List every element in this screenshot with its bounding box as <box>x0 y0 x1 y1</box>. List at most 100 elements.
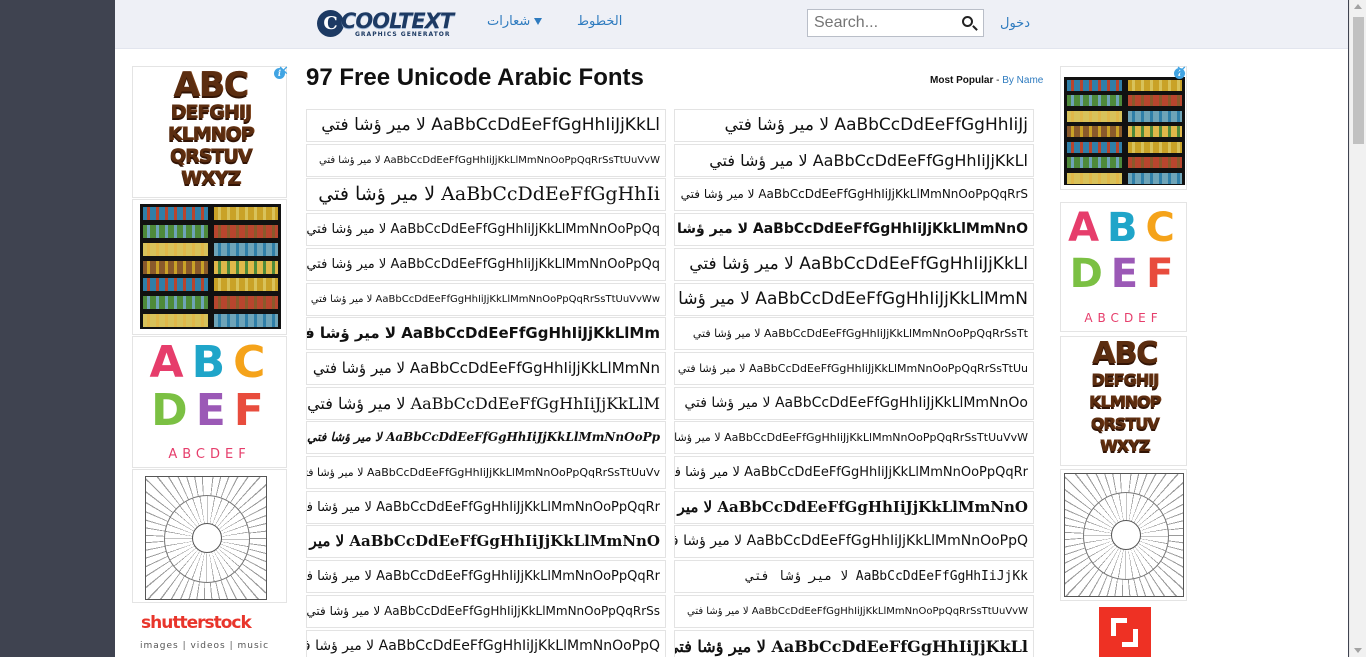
font-sample-text: لا مير ؤشا فتي AaBbCcDdEeFfGgHhIiJjKkLl <box>674 637 1028 656</box>
font-sample-cell[interactable]: لا مير ؤشا فتي AaBbCcDdEeFfGgHhIiJjKkLlM… <box>306 456 666 489</box>
font-sample-text: لا مير ؤشا فتي AaBbCcDdEeFfGgHhIi <box>318 183 660 205</box>
font-sample-text: لا مير ؤشا فتي AaBbCcDdEeFfGgHhIiJjKkLlM… <box>307 466 660 479</box>
font-sample-cell[interactable]: لا مير ؤشا فتي AaBbCcDdEeFfGgHhIiJjKkLlM… <box>674 213 1034 246</box>
font-sample-cell[interactable]: لا مير ؤشا فتي AaBbCcDdEeFfGgHhIiJjKkLlM… <box>306 421 666 454</box>
font-sample-cell[interactable]: لا مير ؤشا فتي AaBbCcDdEeFfGgHhIiJjKkLlM… <box>674 525 1034 558</box>
font-sample-cell[interactable]: لا مير ؤشا فتي AaBbCcDdEeFfGgHhIiJjKkLl <box>306 109 666 142</box>
shutterstock-icon[interactable] <box>1099 607 1151 657</box>
font-sample-text: لا مير ؤشا فتي AaBbCcDdEeFfGgHhIiJjKkLlM… <box>675 221 1028 237</box>
font-sample-cell[interactable]: لا مير ؤشا فتي AaBbCcDdEeFfGgHhIiJjKkLlM… <box>674 283 1034 316</box>
font-sample-cell[interactable]: لا مير ؤشا فتي AaBbCcDdEeFfGgHhIiJjKkLlM… <box>674 456 1034 489</box>
font-sample-text: لا مير ؤشا فتي AaBbCcDdEeFfGgHhIiJjKkLl <box>321 115 660 135</box>
font-sample-text: لا مير ؤشا فتي AaBbCcDdEeFfGgHhIiJj <box>724 115 1028 135</box>
font-sample-text: لا مير ؤشا فتي AaBbCcDdEeFfGgHhIiJjKkLl <box>689 254 1028 274</box>
ad-chocolate-text: ABC DEFGHIJ KLMNOP QRSTUV WXYZ <box>1088 336 1161 456</box>
font-sample-cell[interactable]: لا مير ؤشا فتي AaBbCcDdEeFfGgHhIiJjKkLlM… <box>674 178 1034 211</box>
nav-logos-menu[interactable]: شعارات <box>487 14 543 29</box>
font-sample-text: لا مير ؤشا فتي AaBbCcDdEeFfGgHhIiJjKkLlM… <box>307 532 660 550</box>
font-sample-cell[interactable]: لا مير ؤشا فتي AaBbCcDdEeFfGgHhIiJjKkLlM… <box>306 317 666 350</box>
font-sample-text: لا مير ؤشا فتي AaBbCcDdEeFfGgHhIiJjKkLlM… <box>680 187 1028 201</box>
sort-most-popular: Most Popular <box>930 75 994 86</box>
font-sample-text: لا مير ؤشا فتي AaBbCcDdEeFfGgHhIiJjKkLlM… <box>307 324 660 342</box>
font-sample-text: لا مير ؤشا فتي AaBbCcDdEeFfGgHhIiJjKkLlM… <box>674 465 1028 480</box>
mandala-image <box>145 476 267 600</box>
font-sample-cell[interactable]: لا مير ؤشا فتي AaBbCcDdEeFfGgHhIiJjKkLlM <box>306 387 666 420</box>
font-sample-text: لا مير ؤشا فتي AaBbCcDdEeFfGgHhIiJjKkLlM… <box>677 362 1028 375</box>
font-sample-cell[interactable]: لا مير ؤشا فتي AaBbCcDdEeFfGgHhIiJjKkLlM… <box>306 560 666 593</box>
ad-pattern-borders-right[interactable]: i <box>1060 66 1187 190</box>
font-sample-cell[interactable]: لا مير ؤشا فتي AaBbCcDdEeFfGgHhIiJjKkLl <box>674 248 1034 281</box>
scroll-down-arrow-icon[interactable] <box>1354 648 1362 653</box>
sort-separator: - <box>993 75 1003 86</box>
shutterstock-logo-ad[interactable]: shutterstock images | videos | music <box>132 604 287 657</box>
site-logo[interactable]: C COOLTEXT GRAPHICS GENERATOR <box>317 9 457 39</box>
sort-by-name-link[interactable]: By Name <box>1002 75 1043 86</box>
font-sample-cell[interactable]: لا مير ؤشا فتي AaBbCcDdEeFfGgHhIiJjKkLlM… <box>306 525 666 558</box>
scroll-up-arrow-icon[interactable] <box>1354 4 1362 9</box>
font-sample-cell[interactable]: لا مير ؤشا فتي AaBbCcDdEeFfGgHhIiJjKkLlM… <box>674 595 1034 628</box>
font-sample-text: لا مير ؤشا فتي AaBbCcDdEeFfGgHhIiJjKkLlM… <box>310 294 660 305</box>
ad-splash-letters-right[interactable]: ABCDEF ABCDEF <box>1060 202 1187 332</box>
font-sample-text: لا مير ؤشا فتي AaBbCcDdEeFfGgHhIiJjKkLlM… <box>306 257 660 272</box>
close-ad-icon[interactable]: ✕ <box>1176 65 1187 78</box>
vertical-scrollbar[interactable] <box>1349 0 1366 657</box>
ad-splash-subtext: ABCDEF <box>168 447 251 462</box>
font-sample-cell[interactable]: لا مير ؤشا فتي AaBbCcDdEeFfGgHhIiJjKkLlM… <box>306 248 666 281</box>
ad-chocolate-letters-left[interactable]: ABC DEFGHIJ KLMNOP QRSTUV WXYZ i <box>132 66 287 198</box>
search-input[interactable] <box>808 10 962 36</box>
font-sample-cell[interactable]: لا مير ؤشا فتي AaBbCcDdEeFfGgHhIiJjKkLlM… <box>306 595 666 628</box>
font-sample-cell[interactable]: لا مير ؤشا فتي AaBbCcDdEeFfGgHhIiJjKkLlM… <box>674 352 1034 385</box>
font-sample-cell[interactable]: لا مير ؤشا فتي AaBbCcDdEeFfGgHhIiJjKkLl <box>674 144 1034 177</box>
font-sample-cell[interactable]: لا مير ؤشا فتي AaBbCcDdEeFfGgHhIiJjKkLl <box>674 630 1034 657</box>
page-title: 97 Free Unicode Arabic Fonts <box>306 64 644 91</box>
font-sample-cell[interactable]: لا مير ؤشا فتي AaBbCcDdEeFfGgHhIiJjKkLlM… <box>306 213 666 246</box>
search-icon[interactable] <box>962 16 973 27</box>
font-sample-cell[interactable]: لا مير ؤشا فتي AaBbCcDdEeFfGgHhIiJjKkLlM… <box>306 352 666 385</box>
font-sample-text: لا مير ؤشا فتي AaBbCcDdEeFfGgHhIiJjKkLlM… <box>306 430 660 444</box>
font-sample-text: لا مير ؤشا فتي AaBbCcDdEeFfGgHhIiJjKkLlM… <box>675 533 1028 549</box>
ad-chocolate-letters-right[interactable]: ABC DEFGHIJ KLMNOP QRSTUV WXYZ <box>1060 336 1187 466</box>
logo-mark: C <box>317 10 344 37</box>
ad-chocolate-text: ABC DEFGHIJ KLMNOP QRSTUV WXYZ <box>167 66 255 189</box>
ad-pattern-borders-left[interactable] <box>132 199 287 335</box>
nav-fonts-link[interactable]: الخطوط <box>577 14 622 29</box>
ad-splash-letters-left[interactable]: ABC DEF ABCDEF <box>132 336 287 468</box>
font-sample-cell[interactable]: لا مير ؤشا فتي AaBbCcDdEeFfGgHhIiJjKkLlM… <box>306 144 666 177</box>
font-sample-text: لا مير ؤشا فتي AaBbCcDdEeFfGgHhIiJjKkLlM… <box>319 155 660 166</box>
font-sample-cell[interactable]: لا مير ؤشا فتي AaBbCcDdEeFfGgHhIiJjKkLlM… <box>674 421 1034 454</box>
shutterstock-tagline: images | videos | music <box>140 641 270 651</box>
font-sample-cell[interactable]: لا مير ؤشا فتي AaBbCcDdEeFfGgHhIiJjKkLlM… <box>306 491 666 524</box>
font-sample-text: لا مير ؤشا فتي AaBbCcDdEeFfGgHhIiJjKkLlM… <box>306 222 660 237</box>
ad-stripes <box>1064 77 1185 185</box>
logo-subtext: GRAPHICS GENERATOR <box>355 31 451 38</box>
font-sample-text: لا مير ؤشا فتي AaBbCcDdEeFfGgHhIiJjKkLlM… <box>684 395 1028 411</box>
ad-mandala-left[interactable] <box>132 469 287 603</box>
font-sample-cell[interactable]: لا مير ؤشا فتي AaBbCcDdEeFfGgHhIiJjKk <box>674 560 1034 593</box>
font-sample-cell[interactable]: لا مير ؤشا فتي AaBbCcDdEeFfGgHhIiJjKkLlM… <box>674 317 1034 350</box>
scroll-thumb[interactable] <box>1353 17 1364 144</box>
font-sample-cell[interactable]: لا مير ؤشا فتي AaBbCcDdEeFfGgHhIi <box>306 178 666 211</box>
nav-login-link[interactable]: دخول <box>1000 16 1030 31</box>
font-sample-text: لا مير ؤشا فتي AaBbCcDdEeFfGgHhIiJjKkLlM <box>307 394 660 413</box>
font-sample-text: لا مير ؤشا فتي AaBbCcDdEeFfGgHhIiJjKkLlM… <box>306 604 660 618</box>
font-grid: لا مير ؤشا فتي AaBbCcDdEeFfGgHhIiJjKkLl ل… <box>306 109 1034 657</box>
font-sample-cell[interactable]: لا مير ؤشا فتي AaBbCcDdEeFfGgHhIiJjKkLlM… <box>674 387 1034 420</box>
nav-logos-label: شعارات <box>487 14 531 29</box>
shutterstock-brand: shutterstock <box>141 613 252 633</box>
mandala-image <box>1064 473 1184 597</box>
font-sample-text: لا مير ؤشا فتي AaBbCcDdEeFfGgHhIiJjKkLlM… <box>307 638 660 654</box>
font-sample-cell[interactable]: لا مير ؤشا فتي AaBbCcDdEeFfGgHhIiJjKkLlM… <box>306 283 666 316</box>
font-sample-cell[interactable]: لا مير ؤشا فتي AaBbCcDdEeFfGgHhIiJjKkLlM… <box>306 630 666 657</box>
caret-down-icon <box>534 18 543 25</box>
font-sample-cell[interactable]: لا مير ؤشا فتي AaBbCcDdEeFfGgHhIiJjKkLlM… <box>674 491 1034 524</box>
logo-text: COOLTEXT <box>341 9 454 33</box>
ad-stripes <box>140 204 281 329</box>
font-sample-text: لا مير ؤشا فتي AaBbCcDdEeFfGgHhIiJjKkLlM… <box>312 359 660 377</box>
search-box <box>807 9 984 37</box>
font-sample-text: لا مير ؤشا فتي AaBbCcDdEeFfGgHhIiJjKkLlM… <box>675 289 1028 309</box>
font-sample-text: لا مير ؤشا فتي AaBbCcDdEeFfGgHhIiJjKkLlM… <box>675 498 1028 516</box>
ad-mandala-right[interactable] <box>1060 469 1187 601</box>
close-ad-icon[interactable]: ✕ <box>278 65 289 78</box>
font-sample-cell[interactable]: لا مير ؤشا فتي AaBbCcDdEeFfGgHhIiJj <box>674 109 1034 142</box>
font-sample-text: لا مير ؤشا فتي AaBbCcDdEeFfGgHhIiJjKkLlM… <box>674 431 1028 444</box>
